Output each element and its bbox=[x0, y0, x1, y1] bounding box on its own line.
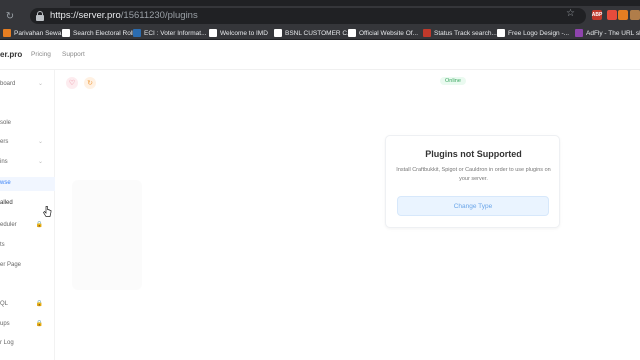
bookmark-item[interactable]: ECI : Voter Informat... bbox=[133, 28, 207, 38]
mouse-cursor-icon bbox=[43, 206, 52, 217]
url-text: https://server.pro/15611230/plugins bbox=[50, 10, 198, 21]
bookmark-item[interactable]: Parivahan Sewa bbox=[3, 28, 61, 38]
lock-icon: 🔒 bbox=[35, 321, 43, 327]
address-bar[interactable]: https://server.pro/15611230/plugins bbox=[30, 8, 586, 24]
sidebar-item[interactable]: ers ⌄ bbox=[0, 136, 55, 150]
bookmark-label: Search Electoral Roll bbox=[73, 29, 134, 37]
bookmark-favicon-icon bbox=[62, 29, 70, 37]
bookmark-item[interactable]: Status Track search... bbox=[423, 28, 497, 38]
plugins-unsupported-card: Plugins not Supported Install Craftbukki… bbox=[385, 135, 560, 228]
sidebar-item[interactable]: ins ⌄ bbox=[0, 156, 55, 170]
bookmark-item[interactable]: Official Website Of... bbox=[348, 28, 418, 38]
sidebar-item[interactable]: wse bbox=[0, 177, 55, 191]
bookmark-label: ECI : Voter Informat... bbox=[144, 29, 207, 37]
bookmark-favicon-icon bbox=[3, 29, 11, 37]
profile-icon[interactable] bbox=[630, 10, 640, 20]
bookmark-item[interactable]: AdFly - The URL sh... bbox=[575, 28, 640, 38]
sidebar-item-label: sole bbox=[0, 120, 12, 126]
card-title: Plugins not Supported bbox=[425, 149, 522, 159]
bookmarks-bar: Parivahan Sewa Search Electoral Roll ECI :… bbox=[0, 26, 640, 40]
bookmark-item[interactable]: Search Electoral Roll bbox=[62, 28, 134, 38]
nav-link-pricing[interactable]: Pricing bbox=[31, 51, 51, 58]
sidebar-item[interactable]: QL 🔒 bbox=[0, 298, 55, 312]
bookmark-star-icon[interactable]: ☆ bbox=[566, 8, 575, 19]
bookmark-label: Welcome to IMD bbox=[220, 29, 268, 37]
bookmark-label: AdFly - The URL sh... bbox=[586, 29, 640, 37]
bookmark-favicon-icon bbox=[497, 29, 505, 37]
bookmark-favicon-icon bbox=[274, 29, 282, 37]
lock-icon: 🔒 bbox=[35, 222, 43, 228]
sidebar-item[interactable]: ups 🔒 bbox=[0, 318, 55, 332]
top-navigation: er.pro Pricing Support bbox=[0, 40, 640, 70]
bookmark-label: Official Website Of... bbox=[359, 29, 419, 37]
sidebar-item-label: board bbox=[0, 81, 16, 87]
sidebar-item-label: QL bbox=[0, 301, 9, 307]
sidebar-item[interactable]: ts bbox=[0, 239, 55, 253]
sidebar-item-label: wse bbox=[0, 180, 11, 186]
sidebar-item-label: alled bbox=[0, 200, 13, 206]
sidebar-item[interactable]: r Log bbox=[0, 337, 55, 351]
heart-icon[interactable]: ♡ bbox=[66, 77, 78, 89]
browser-toolbar: ↻ https://server.pro/15611230/plugins bbox=[0, 6, 640, 26]
sidebar-item-label: ts bbox=[0, 242, 5, 248]
brand-logo[interactable]: er.pro bbox=[0, 50, 22, 59]
sidebar-item-label: r Log bbox=[0, 340, 14, 346]
lock-icon: 🔒 bbox=[35, 301, 43, 307]
bookmark-label: BSNL CUSTOMER C... bbox=[285, 29, 353, 37]
sidebar-item-label: er Page bbox=[0, 262, 22, 268]
bookmark-favicon-icon bbox=[209, 29, 217, 37]
sidebar-item-label: ups bbox=[0, 321, 10, 327]
bookmark-favicon-icon bbox=[133, 29, 141, 37]
url-path: /15611230/plugins bbox=[120, 10, 198, 21]
card-description: Install Craftbukkit, Spigot or Cauldron … bbox=[396, 167, 551, 182]
sidebar-item[interactable]: er Page bbox=[0, 259, 55, 273]
bookmark-favicon-icon bbox=[575, 29, 583, 37]
adblock-icon[interactable]: ABP bbox=[592, 10, 602, 20]
sidebar-item-label: ers bbox=[0, 139, 9, 145]
bookmark-label: Free Logo Design -... bbox=[508, 29, 570, 37]
bookmark-favicon-icon bbox=[423, 29, 431, 37]
status-badge: Online bbox=[440, 77, 466, 85]
nav-link-support[interactable]: Support bbox=[62, 51, 85, 58]
extension-orange-icon[interactable] bbox=[618, 10, 628, 20]
reload-icon[interactable]: ↻ bbox=[3, 9, 17, 23]
placeholder-panel bbox=[72, 180, 142, 290]
url-host: https://server.pro bbox=[50, 10, 121, 21]
change-type-button[interactable]: Change Type bbox=[397, 196, 549, 216]
bookmark-favicon-icon bbox=[348, 29, 356, 37]
refresh-icon[interactable]: ↻ bbox=[84, 77, 96, 89]
sidebar-item-label: ins bbox=[0, 159, 8, 165]
sidebar-item[interactable] bbox=[0, 97, 55, 111]
chevron-down-icon: ⌄ bbox=[37, 139, 43, 145]
sidebar-item[interactable]: board ⌄ bbox=[0, 78, 55, 92]
bookmark-item[interactable]: Welcome to IMD bbox=[209, 28, 268, 38]
bookmark-label: Status Track search... bbox=[434, 29, 497, 37]
sidebar-item[interactable]: eduler 🔒 bbox=[0, 219, 55, 233]
sidebar-item-label: eduler bbox=[0, 222, 17, 228]
bookmark-label: Parivahan Sewa bbox=[14, 29, 62, 37]
bookmark-item[interactable]: Free Logo Design -... bbox=[497, 28, 569, 38]
lock-icon bbox=[36, 11, 44, 21]
sidebar-item[interactable]: sole bbox=[0, 117, 55, 131]
chevron-down-icon: ⌄ bbox=[37, 81, 43, 87]
chevron-down-icon: ⌄ bbox=[37, 159, 43, 165]
extension-red-icon[interactable] bbox=[607, 10, 617, 20]
bookmark-item[interactable]: BSNL CUSTOMER C... bbox=[274, 28, 353, 38]
